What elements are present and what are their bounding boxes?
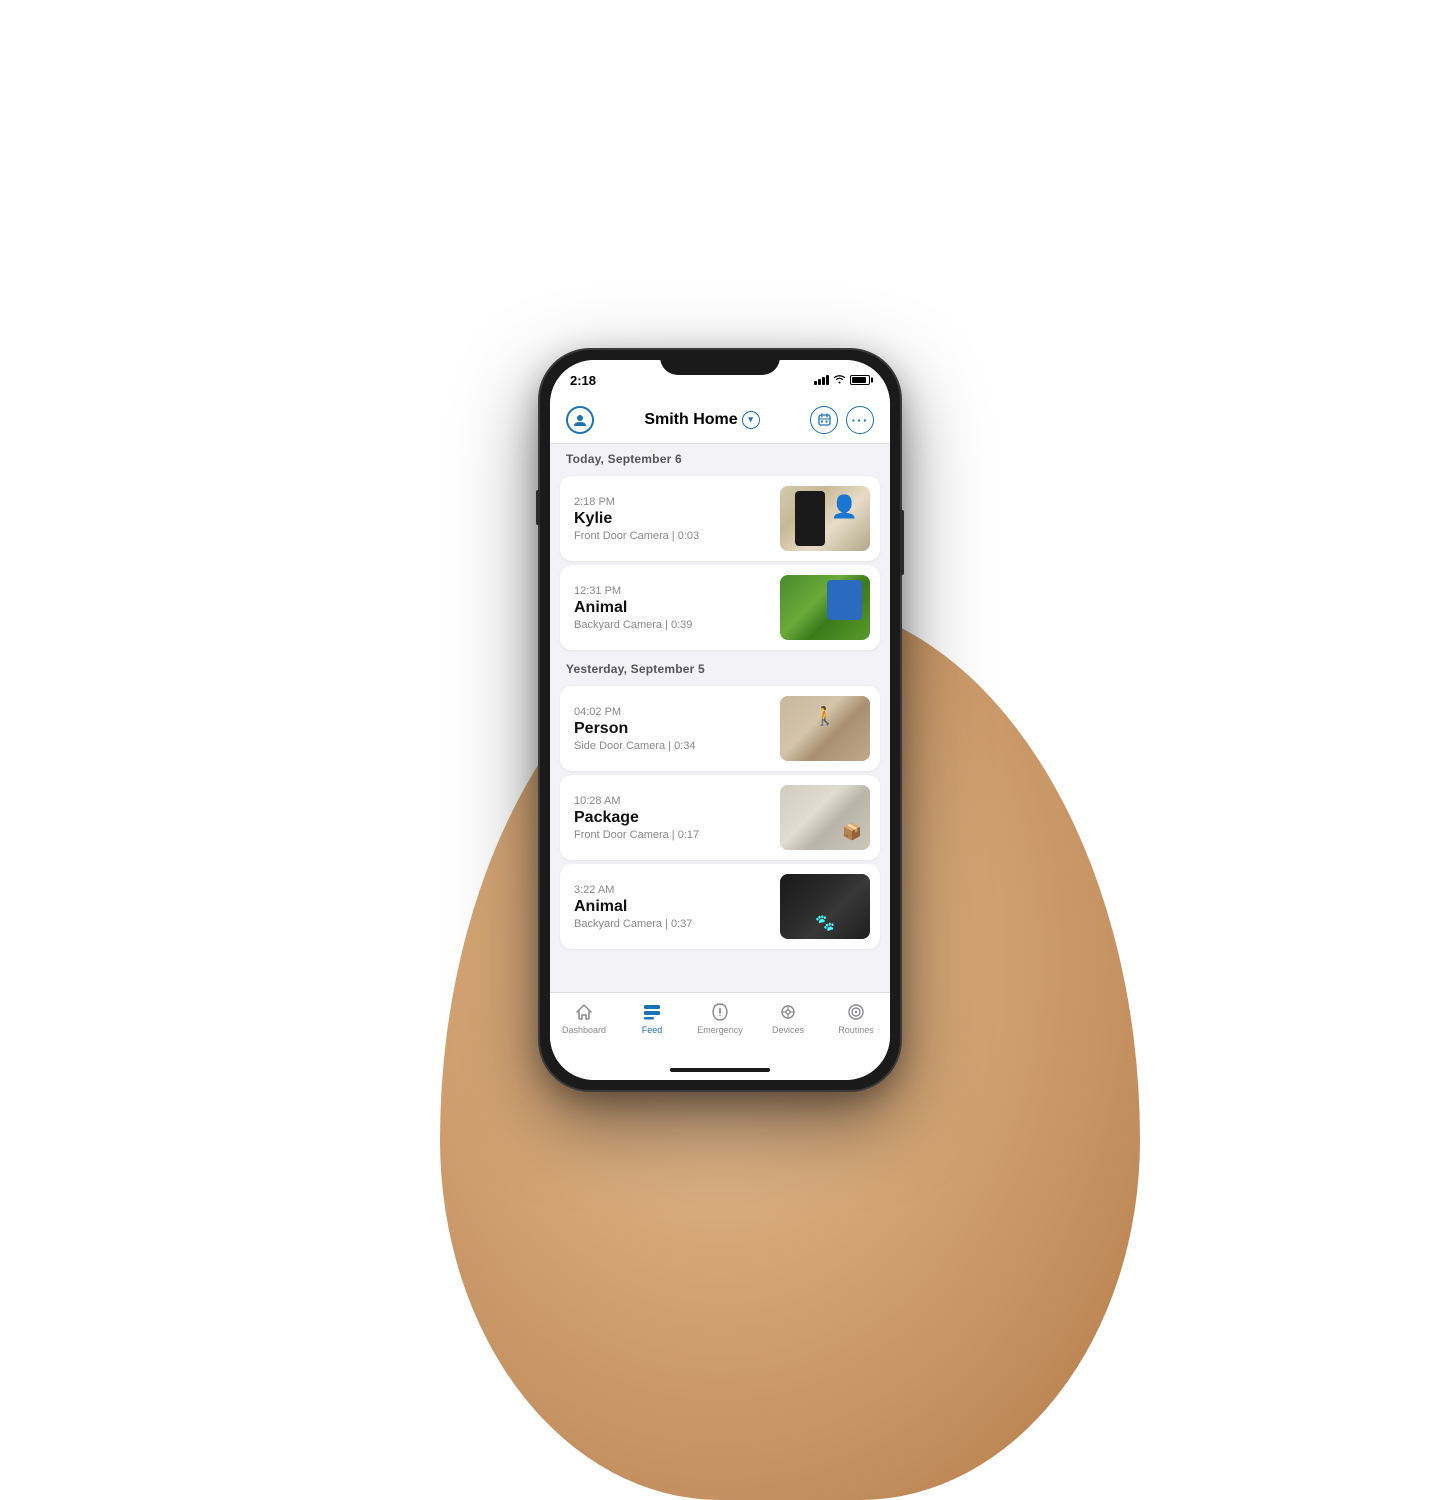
signal-icon: [814, 375, 829, 385]
nav-label-routines: Routines: [838, 1025, 874, 1035]
feed-card-animal-backyard[interactable]: 12:31 PM Animal Backyard Camera | 0:39: [560, 565, 880, 650]
wifi-icon: [833, 374, 846, 387]
status-icons: [814, 374, 870, 387]
nav-label-emergency: Emergency: [697, 1025, 743, 1035]
thumbnail-animal-night: [780, 874, 870, 939]
status-time: 2:18: [570, 373, 596, 388]
feed-card-person-source: Side Door Camera | 0:34: [574, 740, 768, 752]
home-name: Smith Home: [644, 411, 737, 429]
feed-card-animal-night-thumb: [780, 874, 870, 939]
feed-card-package-info: 10:28 AM Package Front Door Camera | 0:1…: [574, 795, 768, 841]
signal-bar-2: [818, 379, 821, 385]
emergency-icon: [710, 1001, 730, 1023]
devices-icon: [778, 1001, 798, 1023]
battery-fill: [852, 377, 866, 383]
nav-item-emergency[interactable]: Emergency: [690, 1001, 750, 1035]
feed-card-package-source: Front Door Camera | 0:17: [574, 829, 768, 841]
feed-card-package-label: Package: [574, 809, 768, 827]
feed-card-person-time: 04:02 PM: [574, 706, 768, 718]
feed-card-package-thumb: [780, 785, 870, 850]
feed-content[interactable]: Today, September 6 2:18 PM Kylie Front D…: [550, 444, 890, 992]
nav-item-feed[interactable]: Feed: [622, 1001, 682, 1035]
feed-card-animal-backyard-thumb: [780, 575, 870, 640]
feed-card-kylie[interactable]: 2:18 PM Kylie Front Door Camera | 0:03: [560, 476, 880, 561]
thumbnail-person: [780, 696, 870, 761]
nav-label-dashboard: Dashboard: [562, 1025, 606, 1035]
feed-card-animal-backyard-label: Animal: [574, 599, 768, 617]
more-button[interactable]: ···: [846, 406, 874, 434]
feed-card-animal-backyard-source: Backyard Camera | 0:39: [574, 619, 768, 631]
chevron-down-icon: ▾: [742, 411, 760, 429]
nav-label-feed: Feed: [642, 1025, 663, 1035]
feed-card-animal-night[interactable]: 3:22 AM Animal Backyard Camera | 0:37: [560, 864, 880, 949]
feed-card-kylie-thumb: [780, 486, 870, 551]
thumbnail-package: [780, 785, 870, 850]
section-header-yesterday: Yesterday, September 5: [550, 654, 890, 682]
routines-icon: [846, 1001, 866, 1023]
feed-card-package[interactable]: 10:28 AM Package Front Door Camera | 0:1…: [560, 775, 880, 860]
home-indicator: [550, 1060, 890, 1080]
nav-item-routines[interactable]: Routines: [826, 1001, 886, 1035]
feed-card-person-thumb: [780, 696, 870, 761]
bottom-nav: Dashboard Feed: [550, 992, 890, 1060]
calendar-button[interactable]: [810, 406, 838, 434]
feed-icon: [642, 1001, 662, 1023]
phone-screen: 2:18: [550, 360, 890, 1080]
scene: 2:18: [0, 0, 1440, 1440]
feed-card-animal-night-source: Backyard Camera | 0:37: [574, 918, 768, 930]
signal-bar-1: [814, 381, 817, 385]
header-right-buttons: ···: [810, 406, 874, 434]
nav-item-dashboard[interactable]: Dashboard: [554, 1001, 614, 1035]
feed-card-kylie-source: Front Door Camera | 0:03: [574, 530, 768, 542]
dashboard-icon: [574, 1001, 594, 1023]
feed-card-animal-night-info: 3:22 AM Animal Backyard Camera | 0:37: [574, 884, 768, 930]
signal-bar-4: [826, 375, 829, 385]
notch: [660, 350, 780, 375]
feed-card-person[interactable]: 04:02 PM Person Side Door Camera | 0:34: [560, 686, 880, 771]
profile-button[interactable]: [566, 406, 594, 434]
feed-card-person-info: 04:02 PM Person Side Door Camera | 0:34: [574, 706, 768, 752]
header-title-area[interactable]: Smith Home ▾: [644, 411, 759, 429]
feed-card-person-label: Person: [574, 720, 768, 738]
feed-card-kylie-time: 2:18 PM: [574, 496, 768, 508]
feed-card-animal-night-label: Animal: [574, 898, 768, 916]
signal-bar-3: [822, 377, 825, 385]
thumbnail-kylie: [780, 486, 870, 551]
thumbnail-animal-backyard: [780, 575, 870, 640]
feed-card-animal-night-time: 3:22 AM: [574, 884, 768, 896]
app-header: Smith Home ▾: [550, 396, 890, 444]
feed-card-animal-backyard-info: 12:31 PM Animal Backyard Camera | 0:39: [574, 585, 768, 631]
feed-card-animal-backyard-time: 12:31 PM: [574, 585, 768, 597]
feed-card-kylie-info: 2:18 PM Kylie Front Door Camera | 0:03: [574, 496, 768, 542]
phone-device: 2:18: [540, 350, 900, 1090]
battery-icon: [850, 375, 870, 385]
nav-item-devices[interactable]: Devices: [758, 1001, 818, 1035]
nav-label-devices: Devices: [772, 1025, 804, 1035]
feed-card-kylie-label: Kylie: [574, 510, 768, 528]
home-bar: [670, 1068, 770, 1072]
feed-card-package-time: 10:28 AM: [574, 795, 768, 807]
section-header-today: Today, September 6: [550, 444, 890, 472]
